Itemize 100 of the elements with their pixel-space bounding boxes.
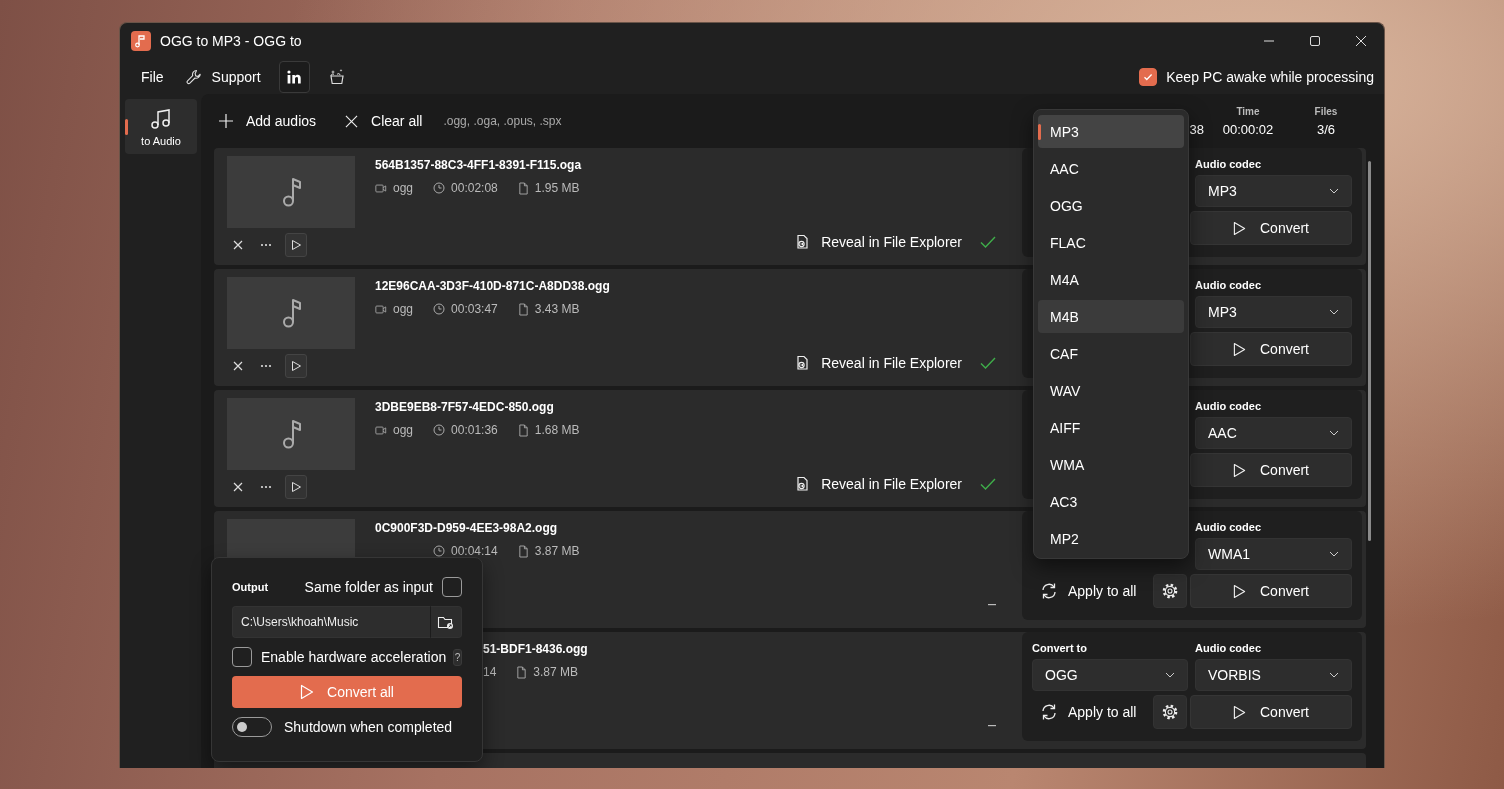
play-button[interactable] bbox=[285, 233, 307, 257]
format-option[interactable]: WAV bbox=[1038, 374, 1184, 407]
codec-dropdown[interactable]: WMA1 bbox=[1195, 538, 1352, 570]
help-button[interactable]: ? bbox=[453, 648, 462, 666]
settings-icon bbox=[1161, 582, 1179, 600]
hardware-acceleration-label: Enable hardware acceleration bbox=[261, 649, 447, 665]
format-option[interactable]: M4A bbox=[1038, 263, 1184, 296]
same-folder-label: Same folder as input bbox=[304, 579, 433, 595]
codec-dropdown[interactable]: MP3 bbox=[1195, 175, 1352, 207]
file-duration: 00:01:36 bbox=[451, 423, 498, 437]
play-icon bbox=[1233, 341, 1246, 357]
audio-codec-label: Audio codec bbox=[1195, 641, 1261, 656]
stat-label: Time bbox=[1236, 105, 1260, 117]
chevron-down-icon bbox=[1329, 430, 1339, 436]
format-option[interactable]: AAC bbox=[1038, 152, 1184, 185]
play-icon bbox=[290, 360, 302, 372]
format-option[interactable]: WMA bbox=[1038, 448, 1184, 481]
output-label: Output bbox=[232, 581, 269, 593]
browse-folder-button[interactable] bbox=[430, 606, 462, 638]
clock-icon bbox=[433, 545, 445, 557]
chevron-down-icon bbox=[1329, 309, 1339, 315]
file-icon bbox=[517, 423, 529, 437]
play-button[interactable] bbox=[285, 475, 307, 499]
output-path-field[interactable]: C:\Users\khoah\Music bbox=[232, 606, 430, 638]
format-option[interactable]: MP2 bbox=[1038, 522, 1184, 555]
codec-dropdown[interactable]: MP3 bbox=[1195, 296, 1352, 328]
format-dropdown[interactable]: OGG bbox=[1032, 659, 1188, 691]
chevron-down-icon bbox=[1165, 672, 1175, 678]
scrollbar[interactable] bbox=[1368, 161, 1371, 541]
video-camera-icon bbox=[375, 303, 387, 315]
reveal-in-explorer-link[interactable]: Reveal in File Explorer bbox=[795, 234, 962, 250]
audio-codec-label: Audio codec bbox=[1195, 520, 1261, 535]
stat-value: 38 bbox=[1189, 121, 1204, 137]
shutdown-label: Shutdown when completed bbox=[284, 719, 453, 735]
file-duration: 00:04:14 bbox=[451, 544, 498, 558]
format-option[interactable]: OGG bbox=[1038, 189, 1184, 222]
apply-to-all-button[interactable]: Apply to all bbox=[1032, 574, 1150, 608]
settings-button[interactable] bbox=[1153, 695, 1187, 729]
music-note-icon bbox=[281, 297, 301, 329]
audio-codec-label: Audio codec bbox=[1195, 278, 1261, 293]
file-format: ogg bbox=[393, 302, 414, 316]
apply-to-all-button[interactable]: Apply to all bbox=[1032, 695, 1150, 729]
audio-codec-label: Audio codec bbox=[1195, 399, 1261, 414]
format-option[interactable]: CAF bbox=[1038, 337, 1184, 370]
hardware-acceleration-checkbox[interactable] bbox=[232, 647, 252, 667]
convert-button[interactable]: Convert bbox=[1190, 574, 1352, 608]
chevron-down-icon bbox=[1329, 551, 1339, 557]
convert-button[interactable]: Convert bbox=[1190, 695, 1352, 729]
menu-item[interactable]: Support bbox=[175, 62, 271, 91]
convert-button[interactable]: Convert bbox=[1190, 211, 1352, 245]
play-icon bbox=[1233, 704, 1246, 720]
nav-item[interactable]: to Audio bbox=[125, 99, 197, 154]
file-size: 1.68 MB bbox=[534, 423, 580, 437]
clock-icon bbox=[433, 303, 446, 315]
format-option[interactable]: FLAC bbox=[1038, 226, 1184, 259]
refresh-icon bbox=[1040, 703, 1058, 721]
play-icon bbox=[1233, 462, 1246, 478]
codec-dropdown[interactable]: VORBIS bbox=[1195, 659, 1352, 691]
clear-all-button[interactable]: Clear all bbox=[345, 113, 423, 129]
reveal-in-explorer-link[interactable]: Reveal in File Explorer bbox=[795, 355, 962, 371]
file-name: 3DBE9EB8-7F57-4EDC-850.ogg bbox=[375, 400, 555, 414]
convert-to-label: Convert to bbox=[1032, 641, 1087, 656]
settings-button[interactable] bbox=[1153, 574, 1187, 608]
close-icon bbox=[233, 240, 243, 250]
convert-button[interactable]: Convert bbox=[1190, 332, 1352, 366]
chevron-down-icon bbox=[1329, 188, 1339, 194]
format-option[interactable]: AIFF bbox=[1038, 411, 1184, 444]
codec-dropdown[interactable]: AAC bbox=[1195, 417, 1352, 449]
play-icon bbox=[1233, 220, 1246, 236]
play-icon bbox=[300, 684, 315, 700]
wrench-icon bbox=[185, 68, 202, 85]
music-note-icon bbox=[149, 106, 173, 131]
maximize-icon bbox=[1309, 35, 1321, 47]
file-size: 1.95 MB bbox=[534, 181, 580, 195]
add-audios-button[interactable]: Add audios bbox=[219, 113, 317, 129]
file-duration: 00:03:47 bbox=[451, 302, 498, 316]
file-icon bbox=[517, 181, 529, 195]
file-name: 0C900F3D-D959-4EE3-98A2.ogg bbox=[375, 521, 559, 535]
file-duration: 00:02:08 bbox=[451, 181, 498, 195]
social-button[interactable] bbox=[278, 60, 310, 93]
format-option[interactable]: M4B bbox=[1038, 300, 1184, 333]
convert-button[interactable]: Convert bbox=[1190, 453, 1352, 487]
refresh-icon bbox=[1040, 582, 1058, 600]
stat-value: 3/6 bbox=[1316, 121, 1336, 137]
logo-icon bbox=[286, 68, 303, 85]
format-option[interactable]: MP3 bbox=[1038, 115, 1184, 148]
keep-awake-checkbox[interactable] bbox=[1139, 67, 1158, 86]
chevron-down-icon bbox=[1329, 672, 1339, 678]
format-option[interactable]: AC3 bbox=[1038, 485, 1184, 518]
file-format: ogg bbox=[393, 181, 414, 195]
same-folder-checkbox[interactable] bbox=[442, 577, 462, 597]
play-icon bbox=[290, 481, 302, 493]
menu-item[interactable]: File bbox=[131, 62, 174, 91]
file-icon bbox=[517, 544, 529, 558]
play-button[interactable] bbox=[285, 354, 307, 378]
audio-codec-label: Audio codec bbox=[1195, 157, 1261, 172]
file-size: 3.87 MB bbox=[533, 665, 579, 679]
file-format: ogg bbox=[393, 423, 414, 437]
reveal-in-explorer-link[interactable]: Reveal in File Explorer bbox=[795, 476, 962, 492]
ellipsis-icon bbox=[260, 364, 272, 368]
